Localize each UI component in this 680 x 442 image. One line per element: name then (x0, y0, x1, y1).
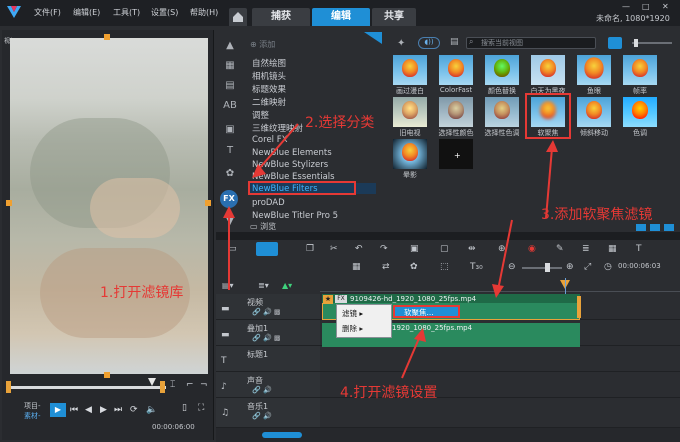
annotation-step1: 1.打开滤镜库 (100, 285, 184, 301)
annotation-step2: 2.选择分类 (305, 115, 375, 131)
annotation-step3: 3.添加软聚焦滤镜 (541, 207, 653, 223)
annotation-step4: 4.打开滤镜设置 (340, 385, 438, 401)
